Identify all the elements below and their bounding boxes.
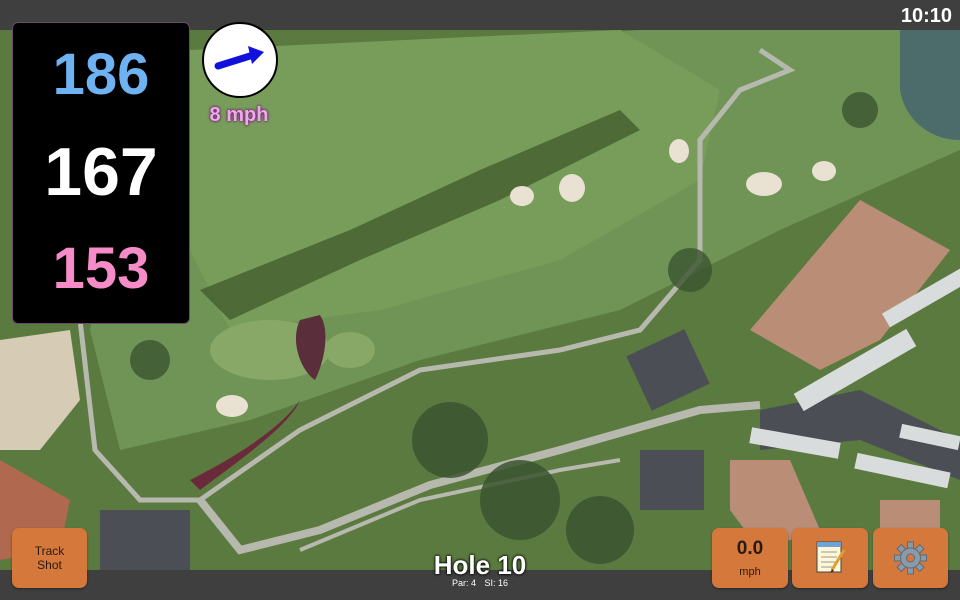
stroke-index-label: SI: 16	[484, 578, 509, 588]
hole-title: Hole 10	[433, 550, 527, 580]
speed-value: 0.0	[736, 538, 764, 559]
back-distance: 186	[52, 42, 150, 107]
speed-unit: mph	[739, 566, 761, 578]
notepad-icon	[816, 541, 846, 573]
track-shot-button[interactable]: Track Shot	[12, 528, 87, 588]
track-shot-label-line2: Shot	[37, 558, 62, 572]
wind-speed-label: 8 mph	[209, 104, 269, 126]
arrow-icon	[214, 46, 264, 70]
speed-button[interactable]: 0.0 mph	[712, 528, 788, 588]
settings-button[interactable]	[873, 528, 948, 588]
track-shot-label-line1: Track	[34, 544, 65, 558]
par-label: Par: 4	[451, 578, 476, 588]
distance-panel: 186 167 153	[12, 22, 190, 324]
center-distance: 167	[44, 134, 158, 210]
hole-info: Par: 4 SI: 16	[380, 578, 580, 588]
wind-direction-indicator	[202, 22, 278, 98]
front-distance: 153	[52, 236, 150, 301]
notes-button[interactable]	[792, 528, 868, 588]
clock: 10:10	[900, 5, 952, 27]
gear-icon	[894, 541, 927, 575]
